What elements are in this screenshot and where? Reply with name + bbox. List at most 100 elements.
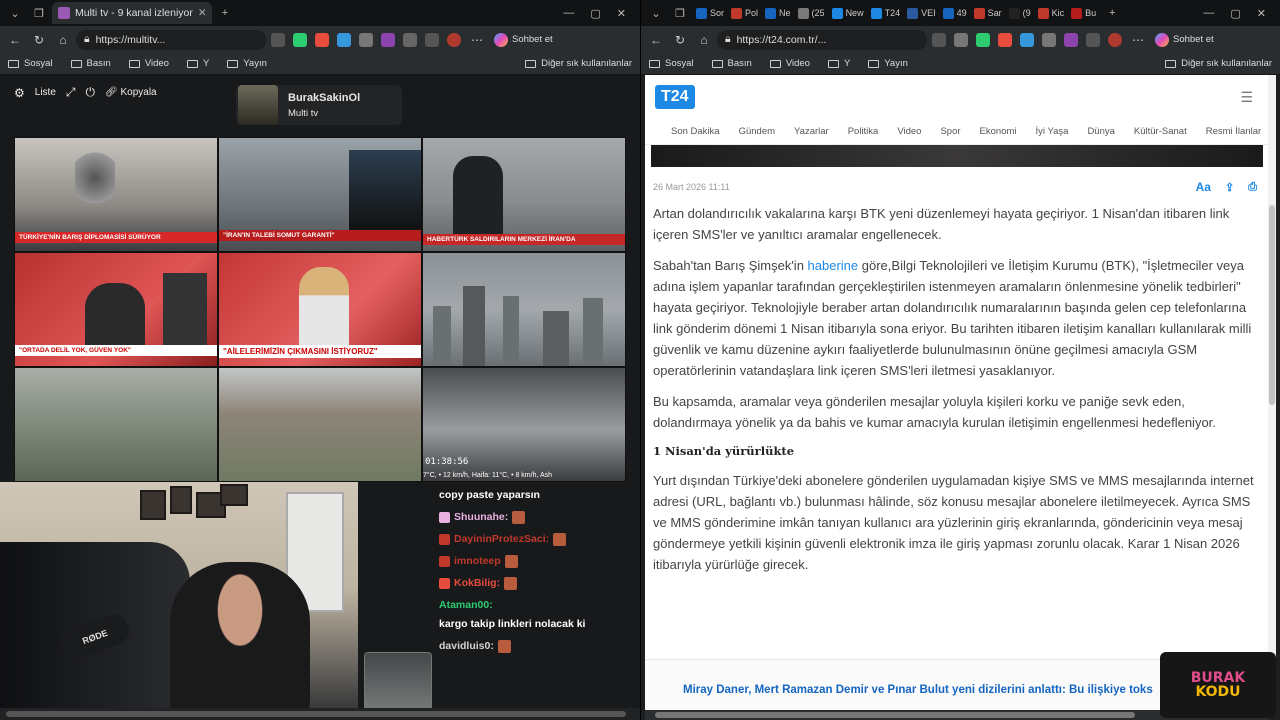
back-arrow-icon[interactable]: ← <box>4 29 26 51</box>
share-icon[interactable]: ⇪ <box>1225 181 1234 194</box>
chat-username[interactable]: KokBilig: <box>454 576 500 591</box>
tab-menu-chevron-icon[interactable]: ⌄ <box>645 2 667 24</box>
video-tile[interactable]: HABERTÜRK SALDIRILARIN MERKEZİ İRAN'DA <box>422 137 626 252</box>
extension-icon[interactable] <box>359 32 373 47</box>
vertical-scrollbar[interactable] <box>1268 75 1276 710</box>
horizontal-scrollbar[interactable] <box>0 708 640 720</box>
browser-tab[interactable]: Sar <box>971 2 1005 24</box>
extension-icon[interactable] <box>932 32 946 47</box>
nav-item[interactable]: Gündem <box>739 126 775 137</box>
tab-multitv[interactable]: Multi tv - 9 kanal izleniyor ✕ <box>52 2 212 24</box>
profile-avatar[interactable] <box>447 32 461 47</box>
extension-icon[interactable] <box>954 32 968 47</box>
maximize-button[interactable]: ▢ <box>1230 7 1240 20</box>
copilot-button[interactable]: Sohbet et <box>1151 32 1218 47</box>
more-menu-icon[interactable]: ⋯ <box>466 29 488 51</box>
settings-gear-icon[interactable]: ⚙ <box>14 86 25 100</box>
source-link[interactable]: haberine <box>808 258 859 273</box>
nav-item[interactable]: Son Dakika <box>671 126 720 137</box>
extension-icon[interactable] <box>381 32 395 47</box>
browser-tab[interactable]: Pol <box>728 2 761 24</box>
site-logo[interactable]: T24 <box>655 85 695 109</box>
bookmark-folder[interactable]: Video <box>769 58 810 69</box>
browser-tab[interactable]: VEI <box>904 2 939 24</box>
profile-avatar[interactable] <box>1108 32 1122 47</box>
extension-icon[interactable] <box>271 32 285 47</box>
browser-tab[interactable]: (9 <box>1006 2 1034 24</box>
more-menu-icon[interactable]: ⋯ <box>1127 29 1149 51</box>
hamburger-menu-icon[interactable]: ☰ <box>1240 89 1253 106</box>
bookmark-folder[interactable]: Yayın <box>227 58 267 69</box>
nav-item[interactable]: Kültür-Sanat <box>1134 126 1187 137</box>
chat-username[interactable]: Ataman00: <box>439 598 493 613</box>
address-bar[interactable]: 🔒︎ https://multitv... <box>76 29 266 50</box>
copilot-button[interactable]: Sohbet et <box>490 32 557 47</box>
video-tile[interactable]: TÜRKİYE'NİN BARIŞ DİPLOMASİSİ SÜRÜYOR <box>14 137 218 252</box>
extension-icon[interactable] <box>1064 32 1078 47</box>
refresh-icon[interactable]: ↻ <box>669 29 691 51</box>
bookmark-folder[interactable]: Basın <box>70 58 111 69</box>
close-window-button[interactable]: ✕ <box>1257 7 1266 20</box>
new-tab-button[interactable]: + <box>1101 2 1123 24</box>
back-arrow-icon[interactable]: ← <box>645 29 667 51</box>
nav-item[interactable]: Dünya <box>1087 126 1114 137</box>
close-tab-icon[interactable]: ✕ <box>198 7 207 19</box>
browser-tab[interactable]: (25 <box>795 2 828 24</box>
refresh-icon[interactable]: ↻ <box>28 29 50 51</box>
browser-tab[interactable]: Sor <box>693 2 727 24</box>
maximize-button[interactable]: ▢ <box>590 7 600 20</box>
bookmark-folder[interactable]: Sosyal <box>649 58 694 69</box>
list-button[interactable]: Liste <box>35 87 56 98</box>
bookmark-folder[interactable]: Y <box>827 58 850 69</box>
video-tile[interactable]: 01:38:56 7°C, • 12 km/h, Haifa: 11°C, • … <box>422 367 626 482</box>
channel-card[interactable]: BurakSakinOl Multi tv <box>236 85 402 125</box>
browser-tab[interactable]: T24 <box>868 2 904 24</box>
fullscreen-icon[interactable]: ⤢ <box>66 85 76 100</box>
extension-icon[interactable] <box>293 32 307 47</box>
minimize-button[interactable]: — <box>563 7 574 20</box>
extension-icon[interactable] <box>998 32 1012 47</box>
other-bookmarks[interactable]: Diğer sık kullanılanlar <box>525 58 632 69</box>
extension-icon[interactable] <box>976 32 990 47</box>
chat-username[interactable]: davidluis0: <box>439 639 494 654</box>
browser-tab[interactable]: 49 <box>940 2 970 24</box>
chat-username[interactable]: Shuunahe: <box>454 510 508 525</box>
close-window-button[interactable]: ✕ <box>617 7 626 20</box>
extension-icon[interactable] <box>1020 32 1034 47</box>
bookmark-folder[interactable]: Sosyal <box>8 58 53 69</box>
nav-item[interactable]: Video <box>897 126 921 137</box>
video-tile[interactable] <box>218 367 422 482</box>
browser-tab[interactable]: Kic <box>1035 2 1068 24</box>
bookmark-folder[interactable]: Video <box>128 58 169 69</box>
extension-icon[interactable] <box>403 32 417 47</box>
bookmark-folder[interactable]: Yayın <box>868 58 908 69</box>
home-icon[interactable]: ⌂ <box>693 29 715 51</box>
nav-item[interactable]: Politika <box>848 126 879 137</box>
chat-username[interactable]: imnoteep <box>454 554 501 569</box>
nav-item[interactable]: Spor <box>940 126 960 137</box>
copy-link-button[interactable]: 🔗︎ Kopyala <box>105 87 157 98</box>
favorites-icon[interactable] <box>1086 32 1100 47</box>
workspaces-icon[interactable]: ❐ <box>28 2 50 24</box>
power-icon[interactable]: ⏻ <box>86 85 96 100</box>
extension-icon[interactable] <box>1042 32 1056 47</box>
nav-item[interactable]: Ekonomi <box>980 126 1017 137</box>
extension-icon[interactable] <box>315 32 329 47</box>
browser-tab[interactable]: Ne <box>762 2 794 24</box>
video-tile[interactable]: "ORTADA DELİL YOK, GÜVEN YOK" <box>14 252 218 367</box>
address-bar[interactable]: 🔒︎ https://t24.com.tr/... <box>717 29 927 50</box>
extension-icon[interactable] <box>337 32 351 47</box>
bookmark-folder[interactable]: Y <box>186 58 209 69</box>
tab-menu-chevron-icon[interactable]: ⌄ <box>4 2 26 24</box>
video-tile[interactable]: "İRAN'IN TALEBİ SOMUT GARANTİ" <box>218 137 422 252</box>
home-icon[interactable]: ⌂ <box>52 29 74 51</box>
favorites-icon[interactable] <box>425 32 439 47</box>
nav-item[interactable]: Yazarlar <box>794 126 829 137</box>
chat-username[interactable]: DayininProtezSaci: <box>454 532 549 547</box>
other-bookmarks[interactable]: Diğer sık kullanılanlar <box>1165 58 1272 69</box>
nav-item[interactable]: Resmi İlanlar <box>1206 126 1261 137</box>
browser-tab[interactable]: New <box>829 2 867 24</box>
nav-item[interactable]: İyi Yaşa <box>1036 126 1069 137</box>
workspaces-icon[interactable]: ❐ <box>669 2 691 24</box>
browser-tab[interactable]: Bu <box>1068 2 1099 24</box>
